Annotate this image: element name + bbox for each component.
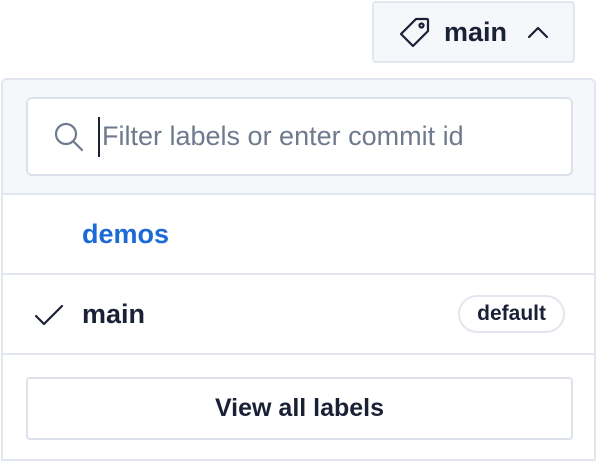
search-box[interactable] [26,97,573,176]
label-option-main[interactable]: main default [3,275,594,355]
view-all-labels-button[interactable]: View all labels [26,377,573,440]
label-dropdown: demos main default View all labels [1,78,596,461]
label-filter-input[interactable] [98,116,538,157]
search-icon [52,120,86,154]
label-selector-button[interactable]: main [372,1,575,63]
label-option-demos[interactable]: demos [3,195,594,275]
search-section [3,80,594,195]
chevron-up-icon [525,19,551,45]
label-option-text: main [82,298,146,329]
label-selector-text: main [444,16,508,47]
default-badge: default [458,295,565,333]
label-option-text: demos [82,218,170,249]
checkmark-icon [33,299,65,331]
tag-icon [398,15,432,49]
